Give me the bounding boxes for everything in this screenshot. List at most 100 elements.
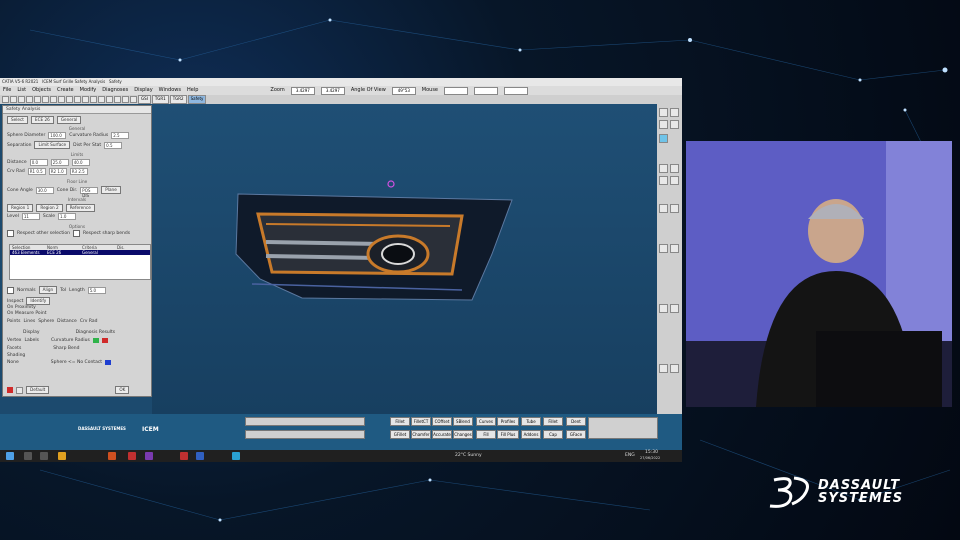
table-row[interactable]: 463 Elements ECE 26 General [10, 250, 150, 255]
view-side-icon[interactable] [659, 120, 668, 129]
toolbar-save-icon[interactable] [18, 96, 25, 103]
profiles-button[interactable]: Profiles [497, 417, 519, 426]
on-proximity-radio[interactable]: On Proximity [7, 305, 36, 310]
menu-list[interactable]: List [17, 86, 26, 95]
tab-tgr1[interactable]: TGR1 [151, 95, 169, 104]
on-measure-point-radio[interactable]: On Measure Point [7, 311, 47, 316]
chamfer-button[interactable]: Chamfer [411, 430, 431, 439]
normals-checkbox[interactable] [7, 286, 14, 294]
toolbar-grid-icon[interactable] [90, 96, 97, 103]
sblend-button[interactable]: SBlend [453, 417, 473, 426]
crv-rad-input-1[interactable]: R1 0.5 [27, 168, 46, 175]
windows-start-icon[interactable] [6, 452, 14, 460]
explorer-icon[interactable] [58, 452, 66, 460]
scale-input[interactable]: 1.0 [58, 213, 76, 220]
fillet-2-button[interactable]: Fillet [543, 417, 563, 426]
render-sphere-icon[interactable] [659, 134, 668, 143]
toolbar-redo-icon[interactable] [42, 96, 49, 103]
filletct-button[interactable]: FilletCT [411, 417, 431, 426]
rotate-icon[interactable] [659, 164, 668, 173]
tool-palette-row2[interactable] [245, 430, 365, 439]
view-front-icon[interactable] [659, 108, 668, 117]
app-icon-pdf[interactable] [180, 452, 188, 460]
reflection-icon[interactable] [670, 244, 679, 253]
changes-button[interactable]: Changes [453, 430, 473, 439]
mouse-field-3[interactable] [504, 86, 529, 95]
app-icon-catia[interactable] [232, 452, 240, 460]
pan-icon[interactable] [670, 164, 679, 173]
toolbar-print-icon[interactable] [26, 96, 33, 103]
ok-button[interactable]: OK [115, 386, 130, 394]
toolbar-color-icon[interactable] [114, 96, 121, 103]
lines-checkbox[interactable]: Lines [24, 319, 36, 324]
region-2-dropdown[interactable]: Region 2 [36, 204, 63, 212]
align-button[interactable]: Align [38, 286, 58, 294]
view-top-icon[interactable] [670, 108, 679, 117]
zoom-field-1[interactable]: 3.4297 [290, 86, 315, 95]
points-checkbox[interactable]: Points [7, 319, 21, 324]
toolbar-paste-icon[interactable] [66, 96, 73, 103]
app-icon-teams[interactable] [145, 452, 153, 460]
zoom-field-2[interactable]: 3.4297 [320, 86, 345, 95]
respect-other-selection-checkbox[interactable] [7, 230, 14, 237]
task-view-icon[interactable] [40, 452, 48, 460]
menu-modify[interactable]: Modify [80, 86, 97, 95]
app-icon-blue[interactable] [196, 452, 204, 460]
fill-plus-button[interactable]: Fill Plus [497, 430, 519, 439]
mouse-field-1[interactable] [444, 86, 469, 95]
distance-input-3[interactable]: 40.0 [71, 159, 90, 166]
dist-per-stat-input[interactable]: 0.5 [104, 141, 123, 149]
close-icon[interactable] [7, 387, 13, 393]
sphere-diameter-input[interactable]: 100.0 [48, 132, 67, 139]
tab-safety[interactable]: Safety [187, 95, 207, 104]
view-iso-icon[interactable] [670, 120, 679, 129]
default-dropdown[interactable]: Default [26, 386, 50, 394]
menu-display[interactable]: Display [134, 86, 152, 95]
toolbar-cut-icon[interactable] [50, 96, 57, 103]
cone-dir-input[interactable]: POS DIS [80, 186, 99, 198]
curves-button[interactable]: Curves [476, 417, 496, 426]
angle-of-view-field[interactable]: 49°53 [391, 86, 416, 95]
tube-button[interactable]: Tube [521, 417, 541, 426]
ece-dropdown[interactable]: ECE 26 [30, 116, 54, 124]
menu-create[interactable]: Create [57, 86, 74, 95]
length-input[interactable]: 5.0 [87, 286, 106, 294]
distance-checkbox[interactable]: Distance [57, 319, 77, 324]
select-button[interactable]: Select [7, 116, 28, 124]
toolbar-open-icon[interactable] [10, 96, 17, 103]
display-shading-radio[interactable]: Shading [7, 353, 25, 358]
tab-gsi[interactable]: GSI [138, 95, 151, 104]
general-dropdown[interactable]: General [56, 116, 82, 124]
menu-file[interactable]: File [3, 86, 11, 95]
cone-angle-input[interactable]: 30.0 [35, 186, 54, 194]
zoom-in-icon[interactable] [659, 176, 668, 185]
cap-button[interactable]: Cap [543, 430, 563, 439]
region-1-dropdown[interactable]: Region 1 [7, 204, 34, 212]
clip-icon[interactable] [670, 304, 679, 313]
display-facets-radio[interactable]: Facets [7, 346, 21, 351]
menu-objects[interactable]: Objects [32, 86, 51, 95]
toolbar-measure-icon[interactable] [130, 96, 137, 103]
toolbar-light-icon[interactable] [106, 96, 113, 103]
app-icon-os[interactable] [108, 452, 116, 460]
distance-input-1[interactable]: 0.0 [29, 159, 48, 166]
surface-tools-palette[interactable] [588, 417, 658, 439]
toolbar-info-icon[interactable] [122, 96, 129, 103]
level-input[interactable]: 11 [21, 213, 40, 220]
gfillet-button[interactable]: GFillet [390, 430, 410, 439]
mouse-field-2[interactable] [474, 86, 499, 95]
settings-icon[interactable] [670, 364, 679, 373]
display-none-radio[interactable]: None [7, 360, 19, 365]
search-icon[interactable] [24, 452, 32, 460]
menu-diagnoses[interactable]: Diagnoses [102, 86, 128, 95]
fill-button[interactable]: Fill [476, 430, 496, 439]
display-vertex-radio[interactable]: Vertex [7, 338, 21, 343]
accurate-button[interactable]: Accurate [432, 430, 452, 439]
curvature-radius-input[interactable]: 2.5 [111, 132, 130, 139]
toolbar-layer-icon[interactable] [82, 96, 89, 103]
coffset-button[interactable]: COffset [432, 417, 452, 426]
crv-rad-checkbox[interactable]: Crv Rad [80, 319, 98, 324]
sphere-checkbox[interactable]: Sphere [38, 319, 54, 324]
toolbar-delete-icon[interactable] [74, 96, 81, 103]
toolbar-new-icon[interactable] [2, 96, 9, 103]
